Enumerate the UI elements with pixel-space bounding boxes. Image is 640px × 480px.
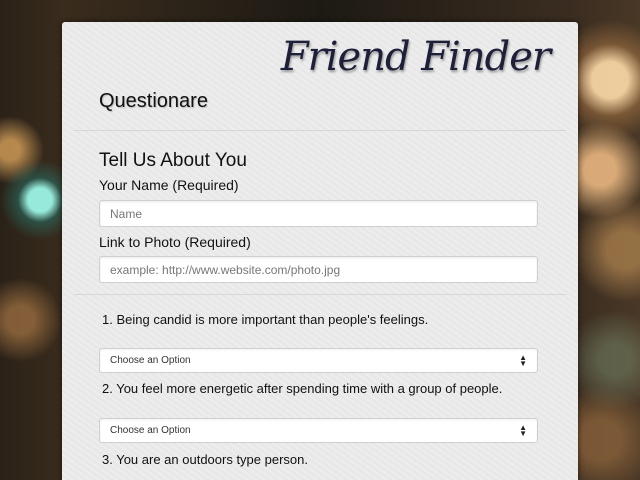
sort-arrows-icon: ▲ ▼ (519, 422, 527, 438)
name-input[interactable] (99, 200, 538, 227)
name-label: Your Name (Required) (99, 177, 239, 193)
photo-label: Link to Photo (Required) (99, 234, 251, 250)
question-1-text: 1. Being candid is more important than p… (102, 312, 429, 327)
question-1-select[interactable]: Choose an Option ▲ ▼ (99, 348, 538, 373)
brand-logo: Friend Finder (280, 34, 551, 80)
section-title: Tell Us About You (99, 150, 247, 171)
form-panel: Friend Finder Questionare Tell Us About … (62, 22, 578, 480)
page-title: Questionare (99, 90, 208, 112)
question-2-select[interactable]: Choose an Option ▲ ▼ (99, 418, 538, 443)
sort-arrows-icon: ▲ ▼ (519, 352, 527, 368)
question-3-text: 3. You are an outdoors type person. (102, 452, 308, 467)
question-1-selected: Choose an Option (110, 355, 191, 366)
question-2-selected: Choose an Option (110, 425, 191, 436)
divider (74, 130, 566, 131)
photo-link-input[interactable] (99, 256, 538, 283)
question-2-text: 2. You feel more energetic after spendin… (102, 381, 503, 396)
divider (74, 294, 566, 295)
